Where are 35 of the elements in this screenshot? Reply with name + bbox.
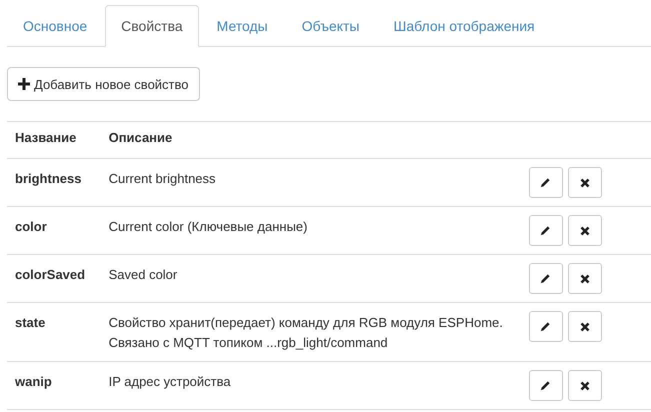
tab[interactable]: Свойства [105,5,199,47]
edit-button[interactable] [528,370,563,401]
plus-icon [18,78,30,90]
property-description: Current color (Ключевые данные) [100,206,529,254]
edit-button[interactable] [528,215,563,246]
property-description: Current brightness [100,158,529,206]
delete-button[interactable] [568,167,602,198]
close-icon [580,380,590,390]
property-description: Saved color [100,254,529,302]
pencil-icon [540,225,552,236]
close-icon [580,274,590,284]
delete-button[interactable] [568,370,602,401]
pencil-icon [540,380,552,391]
delete-button[interactable] [568,311,602,342]
property-name: wanip [7,362,101,410]
property-description: Свойство хранит(передает) команду для RGB модуля ESPHome. Связано с MQTT топиком ...rgb_light/command [100,302,529,362]
add-property-button[interactable]: Добавить новое свойство [7,67,200,101]
pencil-icon [540,177,552,188]
close-icon [580,226,590,236]
edit-button[interactable] [528,311,563,342]
column-header: Название [7,122,101,158]
column-header: Описание [100,122,529,158]
pencil-icon [540,273,552,284]
property-name: state [7,302,101,362]
close-icon [580,178,590,188]
edit-button[interactable] [528,263,563,294]
delete-button[interactable] [568,263,602,294]
close-icon [580,322,590,332]
property-name: colorSaved [7,254,101,302]
property-description: IP адрес устройства [100,362,529,410]
property-name: brightness [7,158,101,206]
pencil-icon [540,321,552,332]
property-name: color [7,206,101,254]
delete-button[interactable] [568,215,602,246]
edit-button[interactable] [528,167,563,198]
